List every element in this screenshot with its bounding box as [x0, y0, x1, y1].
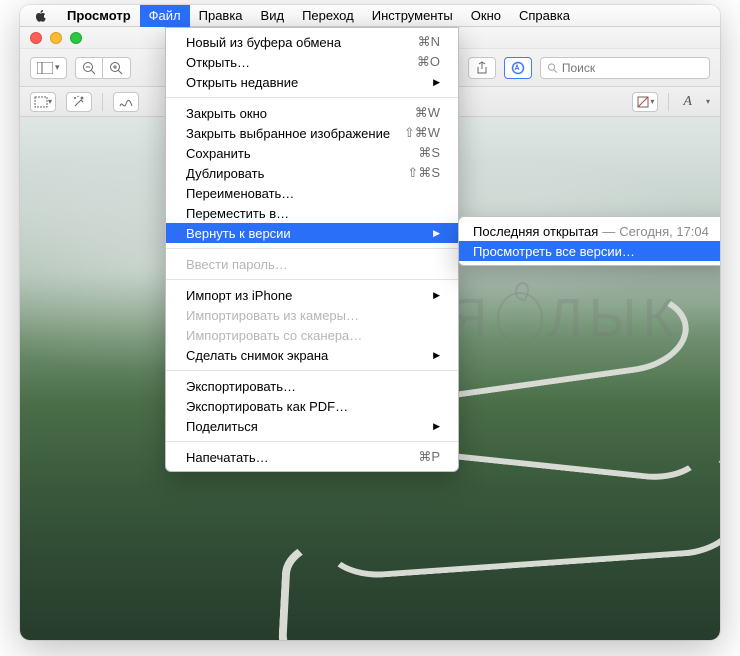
submenu-arrow-icon: ▶: [433, 228, 440, 239]
menu-item-label: Поделиться: [186, 419, 258, 434]
selection-tool-button[interactable]: ▾: [30, 92, 56, 112]
menu-item-label: Экспортировать…: [186, 379, 296, 394]
border-color-button[interactable]: ▾: [632, 92, 658, 112]
zoom-in-button[interactable]: [103, 57, 131, 79]
draw-tool-button[interactable]: [113, 92, 139, 112]
file-menu-item[interactable]: Импорт из iPhone ▶: [166, 285, 458, 305]
file-menu-item: Ввести пароль…: [166, 254, 458, 274]
file-menu-item: Импортировать из камеры…: [166, 305, 458, 325]
menu-item-label: Экспортировать как PDF…: [186, 399, 348, 414]
menu-item-label: Открыть недавние: [186, 75, 298, 90]
apple-logo-icon[interactable]: [34, 9, 48, 23]
menu-item-label: Напечатать…: [186, 450, 269, 465]
file-menu-item: Импортировать со сканера…: [166, 325, 458, 345]
file-menu-item[interactable]: Сделать снимок экрана ▶: [166, 345, 458, 365]
zoom-out-button[interactable]: [75, 57, 103, 79]
file-menu-item[interactable]: Переместить в…: [166, 203, 458, 223]
watermark: Я ЛЫК: [448, 287, 680, 349]
menu-item-shortcut: ⌘W: [415, 105, 440, 121]
menu-item-shortcut: ⌘P: [418, 449, 440, 465]
close-window-button[interactable]: [30, 32, 42, 44]
fullscreen-window-button[interactable]: [70, 32, 82, 44]
menu-item-label: Новый из буфера обмена: [186, 35, 341, 50]
apple-outline-icon: [497, 292, 543, 344]
text-style-button[interactable]: A: [679, 94, 696, 110]
menu-item-label: Дублировать: [186, 166, 264, 181]
file-menu-item[interactable]: Поделиться ▶: [166, 416, 458, 436]
menu-item-label: Ввести пароль…: [186, 257, 288, 272]
menu-item-label: Закрыть выбранное изображение: [186, 126, 390, 141]
file-menu-dropdown: Новый из буфера обмена⌘NОткрыть…⌘OОткрыт…: [165, 27, 459, 472]
menu-item-label: Импортировать из камеры…: [186, 308, 359, 323]
menu-item-label: Переместить в…: [186, 206, 289, 221]
search-field[interactable]: [540, 57, 710, 79]
menu-item-shortcut: ⇧⌘W: [404, 125, 440, 141]
submenu-arrow-icon: ▶: [433, 350, 440, 361]
search-icon: [547, 62, 558, 74]
file-menu-item[interactable]: Напечатать… ⌘P: [166, 447, 458, 467]
file-menu-item[interactable]: Экспортировать…: [166, 376, 458, 396]
menu-item-label: Вернуть к версии: [186, 226, 291, 241]
menu-item-label: Переименовать…: [186, 186, 294, 201]
submenu-arrow-icon: ▶: [433, 77, 440, 88]
file-menu-item[interactable]: Закрыть выбранное изображение ⇧⌘W: [166, 123, 458, 143]
submenu-arrow-icon: ▶: [433, 290, 440, 301]
menu-item-shortcut: ⌘O: [417, 54, 440, 70]
menubar-item-tools[interactable]: Инструменты: [363, 5, 462, 27]
file-menu-item[interactable]: Дублировать ⇧⌘S: [166, 163, 458, 183]
markup-toggle-button[interactable]: [504, 57, 532, 79]
menubar-item-file[interactable]: Файл: [140, 5, 190, 27]
menu-item-label: Закрыть окно: [186, 106, 267, 121]
menu-item-shortcut: ⌘N: [418, 34, 440, 50]
menubar-item-edit[interactable]: Правка: [190, 5, 252, 27]
menu-item-label: Сделать снимок экрана: [186, 348, 328, 363]
file-menu-item[interactable]: Закрыть окно ⌘W: [166, 103, 458, 123]
file-menu-item[interactable]: Экспортировать как PDF…: [166, 396, 458, 416]
file-menu-item[interactable]: Открыть недавние ▶: [166, 72, 458, 92]
menubar-item-window[interactable]: Окно: [462, 5, 510, 27]
file-menu-item[interactable]: Сохранить ⌘S: [166, 143, 458, 163]
menu-item-label: Импортировать со сканера…: [186, 328, 362, 343]
submenu-browse-all-versions[interactable]: Просмотреть все версии…: [459, 241, 720, 261]
menu-item-label: Импорт из iPhone: [186, 288, 292, 303]
menubar-item-view[interactable]: Вид: [252, 5, 294, 27]
share-button[interactable]: [468, 57, 496, 79]
file-menu-item[interactable]: Новый из буфера обмена ⌘N: [166, 32, 458, 52]
submenu-last-opened[interactable]: Последняя открытая — Сегодня, 17:04: [459, 221, 720, 241]
menu-item-shortcut: ⇧⌘S: [407, 165, 440, 181]
menubar-app-name[interactable]: Просмотр: [58, 5, 140, 27]
file-menu-item[interactable]: Вернуть к версии ▶: [166, 223, 458, 243]
file-menu-item[interactable]: Переименовать…: [166, 183, 458, 203]
submenu-arrow-icon: ▶: [433, 421, 440, 432]
sidebar-view-button[interactable]: ▾: [30, 57, 67, 79]
revert-to-version-submenu: Последняя открытая — Сегодня, 17:04 Прос…: [458, 216, 720, 266]
menu-item-shortcut: ⌘S: [418, 145, 440, 161]
minimize-window-button[interactable]: [50, 32, 62, 44]
menubar-item-navigate[interactable]: Переход: [293, 5, 363, 27]
menu-item-label: Открыть…: [186, 55, 250, 70]
instant-alpha-button[interactable]: [66, 92, 92, 112]
window-controls: [30, 32, 82, 44]
system-menubar: Просмотр Файл Правка Вид Переход Инструм…: [20, 5, 720, 27]
menubar-item-help[interactable]: Справка: [510, 5, 579, 27]
menu-item-label: Сохранить: [186, 146, 251, 161]
search-input[interactable]: [562, 61, 703, 75]
file-menu-item[interactable]: Открыть… ⌘O: [166, 52, 458, 72]
